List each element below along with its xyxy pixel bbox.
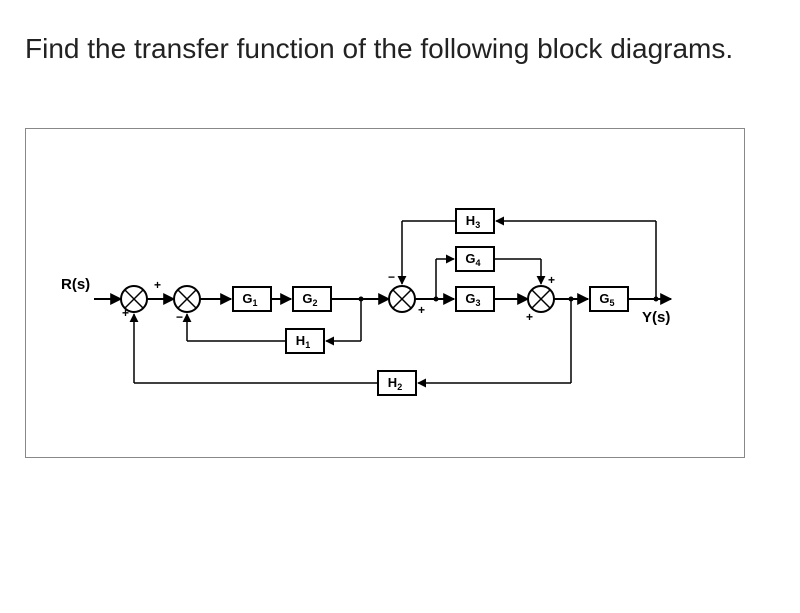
input-label: R(s)	[61, 276, 90, 293]
sum2-sign-top: +	[154, 278, 161, 292]
block-diagram: R(s) + + − G1 G2	[26, 129, 746, 459]
problem-statement: Find the transfer function of the follow…	[25, 30, 775, 68]
sum3-sign-after: +	[418, 303, 425, 317]
sum3-sign-top: −	[388, 270, 395, 284]
block-g3: G3	[456, 287, 494, 311]
block-h2: H2	[378, 371, 416, 395]
block-g4: G4	[456, 247, 494, 271]
sum1-sign-bottom: +	[122, 306, 129, 320]
block-g2: G2	[293, 287, 331, 311]
sum4-sign-bottom: +	[526, 310, 533, 324]
block-diagram-frame: R(s) + + − G1 G2	[25, 128, 745, 458]
summing-junction-2	[174, 286, 200, 312]
sum2-sign-bottom: −	[176, 310, 183, 324]
block-g1: G1	[233, 287, 271, 311]
block-g5: G5	[590, 287, 628, 311]
block-h3: H3	[456, 209, 494, 233]
summing-junction-4	[528, 286, 554, 312]
output-label: Y(s)	[642, 309, 670, 326]
sum4-sign-top: +	[548, 273, 555, 287]
summing-junction-3	[389, 286, 415, 312]
block-h1: H1	[286, 329, 324, 353]
